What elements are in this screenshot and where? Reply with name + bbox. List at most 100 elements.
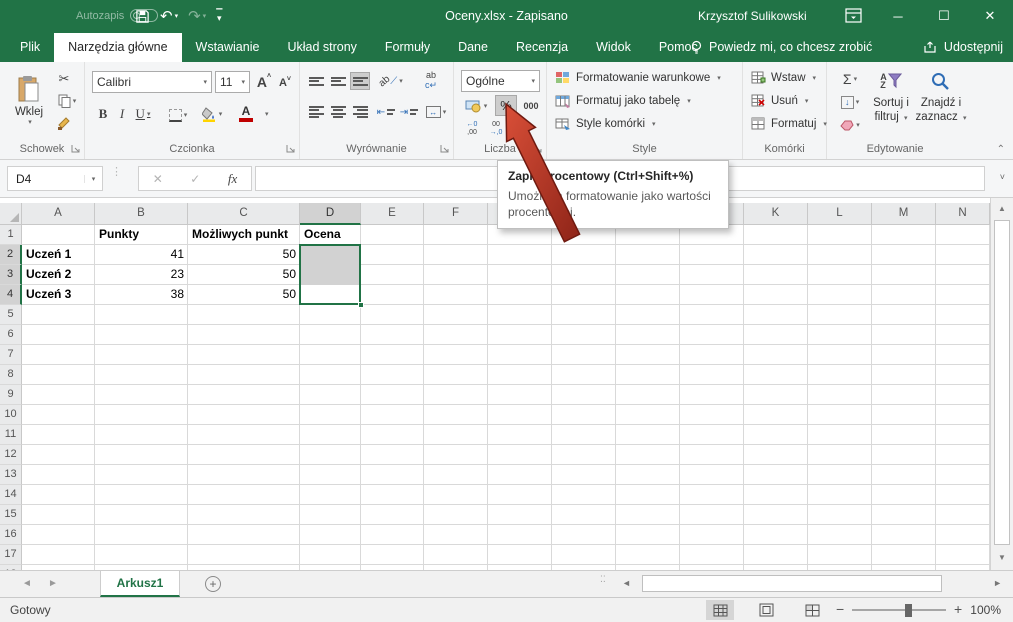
fill-button[interactable]: ↓▾ bbox=[836, 93, 864, 111]
copy-button[interactable]: ▾ bbox=[54, 92, 80, 110]
comma-style-button[interactable]: 000 bbox=[519, 95, 543, 116]
clear-button[interactable]: ▾ bbox=[836, 116, 864, 134]
ribbon-tab-wstawianie[interactable]: Wstawianie bbox=[182, 33, 274, 62]
row-header-8[interactable]: 8 bbox=[0, 365, 22, 385]
redo-dropdown-icon[interactable]: ▾ bbox=[203, 12, 207, 20]
column-header-L[interactable]: L bbox=[808, 203, 872, 225]
tab-split-handle[interactable]: ⁚⁚ bbox=[600, 577, 606, 582]
fill-color-button[interactable]: ▾ bbox=[198, 104, 226, 124]
cell-C3[interactable]: 50 bbox=[188, 265, 300, 285]
cell-B2[interactable]: 41 bbox=[95, 245, 188, 265]
share-button[interactable]: Udostępnij bbox=[923, 32, 1003, 62]
save-button[interactable] bbox=[135, 9, 150, 24]
row-header-10[interactable]: 10 bbox=[0, 405, 22, 425]
horizontal-scrollbar[interactable]: ◄ ► bbox=[618, 574, 1006, 594]
new-sheet-button[interactable]: + bbox=[205, 576, 221, 592]
borders-button[interactable]: ▾ bbox=[165, 106, 191, 124]
autosum-button[interactable]: Σ▾ bbox=[836, 70, 864, 88]
row-header-11[interactable]: 11 bbox=[0, 425, 22, 445]
paste-button[interactable]: Wklej ▾ bbox=[8, 68, 50, 132]
row-header-9[interactable]: 9 bbox=[0, 385, 22, 405]
column-header-F[interactable]: F bbox=[424, 203, 488, 225]
undo-dropdown-icon[interactable]: ▾ bbox=[175, 12, 179, 20]
align-top-button[interactable] bbox=[306, 72, 326, 90]
wrap-text-button[interactable]: abc↵ bbox=[420, 70, 442, 92]
row-header-13[interactable]: 13 bbox=[0, 465, 22, 485]
prev-sheet-icon[interactable]: ◄ bbox=[22, 578, 32, 589]
number-dialog-launcher-icon[interactable] bbox=[533, 144, 543, 154]
styles-item-1[interactable]: Formatuj jako tabelę▾ bbox=[555, 94, 691, 108]
clipboard-dialog-launcher-icon[interactable] bbox=[71, 144, 81, 154]
cell-C4[interactable]: 50 bbox=[188, 285, 300, 305]
column-header-B[interactable]: B bbox=[95, 203, 188, 225]
cell-A4[interactable]: Uczeń 3 bbox=[22, 285, 95, 305]
scroll-right-icon[interactable]: ► bbox=[993, 578, 1002, 588]
column-header-C[interactable]: C bbox=[188, 203, 300, 225]
zoom-slider-thumb[interactable] bbox=[905, 604, 912, 617]
column-header-D[interactable]: D bbox=[300, 203, 361, 225]
minimize-button[interactable]: ─ bbox=[875, 0, 921, 32]
sheet-tab-arkusz1[interactable]: Arkusz1 bbox=[100, 571, 180, 597]
row-header-2[interactable]: 2 bbox=[0, 245, 22, 265]
font-color-button[interactable]: A bbox=[232, 104, 260, 124]
ribbon-tab-narzędzia-główne[interactable]: Narzędzia główne bbox=[54, 33, 181, 62]
decrease-decimal-button[interactable]: 00→,0 bbox=[485, 119, 507, 139]
row-header-1[interactable]: 1 bbox=[0, 225, 22, 245]
ribbon-tab-układ-strony[interactable]: Układ strony bbox=[273, 33, 370, 62]
ribbon-tab-formuły[interactable]: Formuły bbox=[371, 33, 444, 62]
collapse-ribbon-icon[interactable]: ⌃ bbox=[997, 144, 1005, 155]
align-bottom-button[interactable] bbox=[350, 72, 370, 90]
next-sheet-icon[interactable]: ► bbox=[48, 578, 58, 589]
ribbon-tab-widok[interactable]: Widok bbox=[582, 33, 645, 62]
cells-item-formatuj[interactable]: Formatuj▾ bbox=[751, 117, 827, 130]
cell-A2[interactable]: Uczeń 1 bbox=[22, 245, 95, 265]
close-button[interactable]: ✕ bbox=[967, 0, 1013, 32]
cells-item-wstaw[interactable]: Wstaw▾ bbox=[751, 71, 816, 84]
scroll-left-icon[interactable]: ◄ bbox=[622, 578, 631, 588]
align-center-button[interactable] bbox=[328, 103, 348, 121]
shrink-font-button[interactable]: A˅ bbox=[276, 73, 294, 93]
zoom-out-button[interactable]: − bbox=[836, 601, 844, 617]
select-all-corner[interactable] bbox=[0, 203, 22, 225]
column-header-A[interactable]: A bbox=[22, 203, 95, 225]
ribbon-tab-recenzja[interactable]: Recenzja bbox=[502, 33, 582, 62]
font-color-dropdown-icon[interactable]: ▾ bbox=[263, 110, 269, 118]
paste-dropdown-icon[interactable]: ▾ bbox=[28, 118, 32, 126]
zoom-in-button[interactable]: + bbox=[954, 601, 962, 617]
find-select-button[interactable] bbox=[923, 68, 957, 94]
redo-button[interactable]: ↷▾ bbox=[188, 7, 206, 25]
normal-view-button[interactable] bbox=[706, 600, 734, 620]
undo-button[interactable]: ↶▾ bbox=[160, 7, 178, 25]
cell-B4[interactable]: 38 bbox=[95, 285, 188, 305]
row-header-12[interactable]: 12 bbox=[0, 445, 22, 465]
expand-formula-bar-icon[interactable]: ˅ bbox=[1000, 172, 1005, 182]
horizontal-scrollbar-thumb[interactable] bbox=[642, 575, 942, 592]
font-dialog-launcher-icon[interactable] bbox=[286, 144, 296, 154]
ribbon-tab-file[interactable]: Plik bbox=[6, 33, 54, 62]
align-right-button[interactable] bbox=[350, 103, 370, 121]
column-header-N[interactable]: N bbox=[936, 203, 990, 225]
merge-center-button[interactable]: ↔▾ bbox=[422, 103, 450, 121]
page-layout-view-button[interactable] bbox=[752, 600, 780, 620]
orientation-button[interactable]: ab⟋▾ bbox=[376, 72, 406, 90]
ribbon-display-options-button[interactable] bbox=[845, 8, 862, 23]
ribbon-tab-dane[interactable]: Dane bbox=[444, 33, 502, 62]
row-header-4[interactable]: 4 bbox=[0, 285, 22, 305]
cancel-icon[interactable]: ✕ bbox=[153, 172, 163, 186]
row-header-7[interactable]: 7 bbox=[0, 345, 22, 365]
column-header-E[interactable]: E bbox=[361, 203, 424, 225]
zoom-slider-track[interactable] bbox=[852, 609, 946, 611]
cells-item-usuń[interactable]: Usuń▾ bbox=[751, 94, 808, 107]
cell-C2[interactable]: 50 bbox=[188, 245, 300, 265]
cell-B1[interactable]: Punkty bbox=[95, 225, 188, 245]
bold-button[interactable]: B bbox=[95, 104, 111, 124]
row-header-3[interactable]: 3 bbox=[0, 265, 22, 285]
cell-B3[interactable]: 23 bbox=[95, 265, 188, 285]
font-name-combobox[interactable]: Calibri▾ bbox=[92, 71, 212, 93]
row-header-15[interactable]: 15 bbox=[0, 505, 22, 525]
cell-C1[interactable]: Możliwych punkt bbox=[188, 225, 300, 245]
cell-A3[interactable]: Uczeń 2 bbox=[22, 265, 95, 285]
vertical-scrollbar[interactable]: ▲ ▼ bbox=[990, 198, 1013, 570]
sort-filter-label[interactable]: Sortuj ifiltruj ▾ bbox=[863, 96, 919, 125]
increase-decimal-button[interactable]: ←0,00 bbox=[461, 119, 483, 139]
